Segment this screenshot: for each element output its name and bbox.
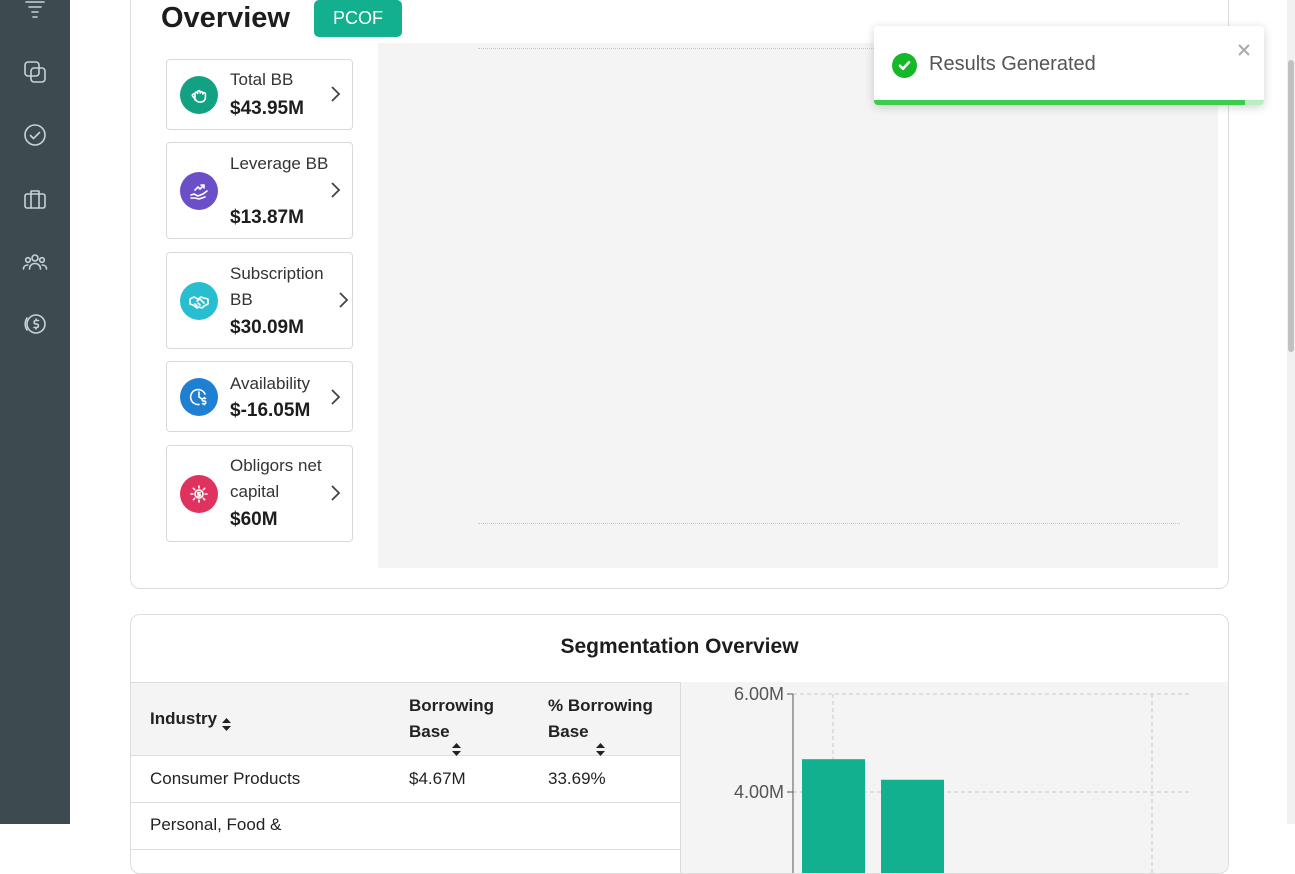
metric-label: Obligors net capital [230, 456, 322, 501]
close-icon[interactable] [1236, 42, 1252, 58]
check-circle-icon[interactable] [17, 117, 53, 153]
metric-label: Subscription BB [230, 264, 324, 309]
y-tick-label: 6.00M [734, 684, 784, 704]
chevron-right-icon [336, 290, 350, 310]
table-row[interactable]: Personal, Food & [131, 802, 681, 850]
sort-icon [596, 738, 605, 757]
metric-card-obligors-net-capital[interactable]: Obligors net capital $60M [166, 445, 353, 542]
bar [881, 779, 944, 873]
page-title: Overview [161, 2, 290, 34]
column-header-borrowing-base[interactable]: Borrowing Base [390, 682, 529, 757]
metric-card-leverage-bb[interactable]: Leverage BB $13.87M [166, 142, 353, 239]
sort-icon [452, 738, 461, 757]
segmentation-table: Industry Borrowing Base % Borrowing Base… [131, 682, 681, 850]
cell-industry: Personal, Food & [131, 802, 390, 850]
section-title: Segmentation Overview [560, 635, 799, 658]
cell-industry: Consumer Products [131, 755, 390, 803]
scrollbar-thumb[interactable] [1288, 60, 1294, 352]
handshake-icon [180, 282, 218, 320]
funnel-icon[interactable] [17, 0, 53, 28]
metric-value: $43.95M [230, 98, 304, 119]
chart-gridline [478, 523, 1180, 524]
bar-chart-svg: 6.00M 4.00M [734, 684, 1191, 873]
chevron-right-icon [328, 387, 342, 407]
metric-value: $13.87M [230, 207, 304, 228]
metric-card-total-bb[interactable]: Total BB $43.95M [166, 59, 353, 130]
chevron-right-icon [328, 180, 342, 200]
toast-progress-bar [874, 100, 1245, 105]
bar [802, 759, 865, 873]
briefcase-icon[interactable] [17, 181, 53, 217]
segmentation-card: Segmentation Overview Industry Borrowing… [130, 614, 1229, 874]
sidebar [0, 0, 70, 824]
metric-card-subscription-bb[interactable]: Subscription BB $30.09M [166, 252, 353, 349]
chevron-right-icon [328, 84, 342, 104]
cell-pct: 33.69% [529, 755, 681, 803]
layers-icon[interactable] [17, 54, 53, 90]
cell-borrowing-base [390, 802, 529, 850]
clock-dollar-icon [180, 378, 218, 416]
metric-label: Leverage BB [230, 154, 329, 173]
column-header-label: Industry [150, 709, 218, 728]
cell-pct [529, 802, 681, 850]
main-content: Overview PCOF Total BB $43.95M Leverage … [70, 0, 1295, 874]
chevron-right-icon [328, 483, 342, 503]
dollar-coin-icon[interactable] [17, 306, 53, 342]
gear-dollar-icon [180, 475, 218, 513]
table-row[interactable]: Consumer Products $4.67M 33.69% [131, 755, 681, 803]
vertical-scrollbar[interactable] [1287, 0, 1295, 824]
growth-hand-icon [180, 172, 218, 210]
metric-label: Total BB [230, 70, 294, 89]
toast-progress-track [874, 100, 1264, 105]
users-icon[interactable] [17, 244, 53, 280]
y-tick-label: 4.00M [734, 782, 784, 802]
fund-badge[interactable]: PCOF [314, 0, 402, 37]
toast-message: Results Generated [929, 53, 1096, 75]
metric-label: Availability [230, 374, 311, 393]
metric-value: $60M [230, 509, 278, 530]
segmentation-bar-chart: 6.00M 4.00M [680, 682, 1228, 873]
column-header-industry[interactable]: Industry [131, 682, 390, 756]
toast-notification: Results Generated [874, 26, 1264, 105]
metric-card-availability[interactable]: Availability $-16.05M [166, 361, 353, 432]
metric-value: $30.09M [230, 317, 304, 338]
sort-icon [222, 713, 232, 732]
success-check-icon [892, 53, 917, 78]
overview-chart-area [378, 43, 1218, 568]
column-header-pct-borrowing-base[interactable]: % Borrowing Base [529, 682, 681, 757]
hand-coin-icon [180, 76, 218, 114]
metric-value: $-16.05M [230, 400, 311, 421]
cell-borrowing-base: $4.67M [390, 755, 529, 803]
